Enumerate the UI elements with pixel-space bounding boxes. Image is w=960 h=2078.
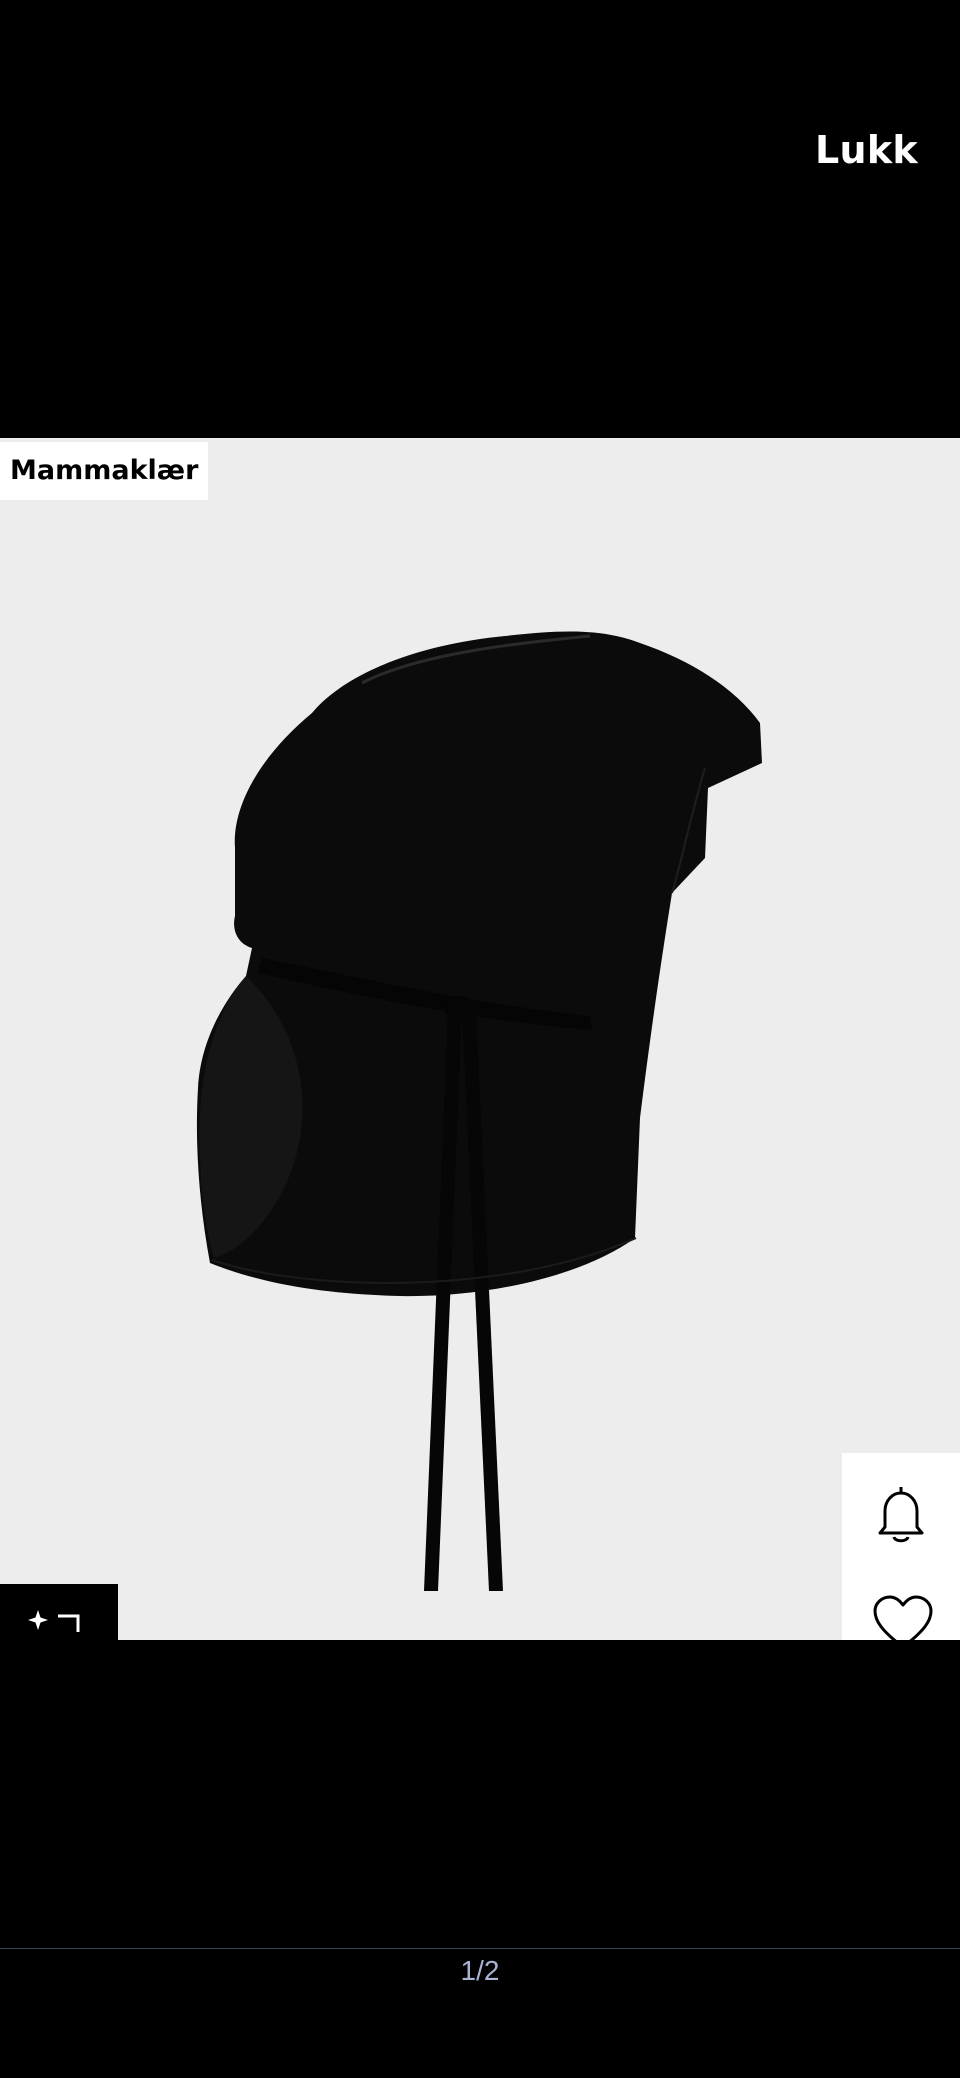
sparkle-crop-icon <box>28 1610 80 1632</box>
heart-icon <box>873 1595 933 1640</box>
notify-button[interactable] <box>872 1483 930 1543</box>
image-pager: 1/2 <box>460 1955 500 1986</box>
close-button[interactable]: Lukk <box>815 128 918 172</box>
pager-divider <box>0 1948 960 1949</box>
product-image <box>196 631 762 1591</box>
bell-icon <box>878 1487 924 1543</box>
product-image-viewer[interactable]: Mammaklær <box>0 438 960 1640</box>
stylehelp-button[interactable] <box>0 1584 118 1640</box>
category-badge: Mammaklær <box>0 442 209 500</box>
wishlist-button[interactable] <box>872 1595 933 1640</box>
side-actions <box>842 1453 960 1640</box>
